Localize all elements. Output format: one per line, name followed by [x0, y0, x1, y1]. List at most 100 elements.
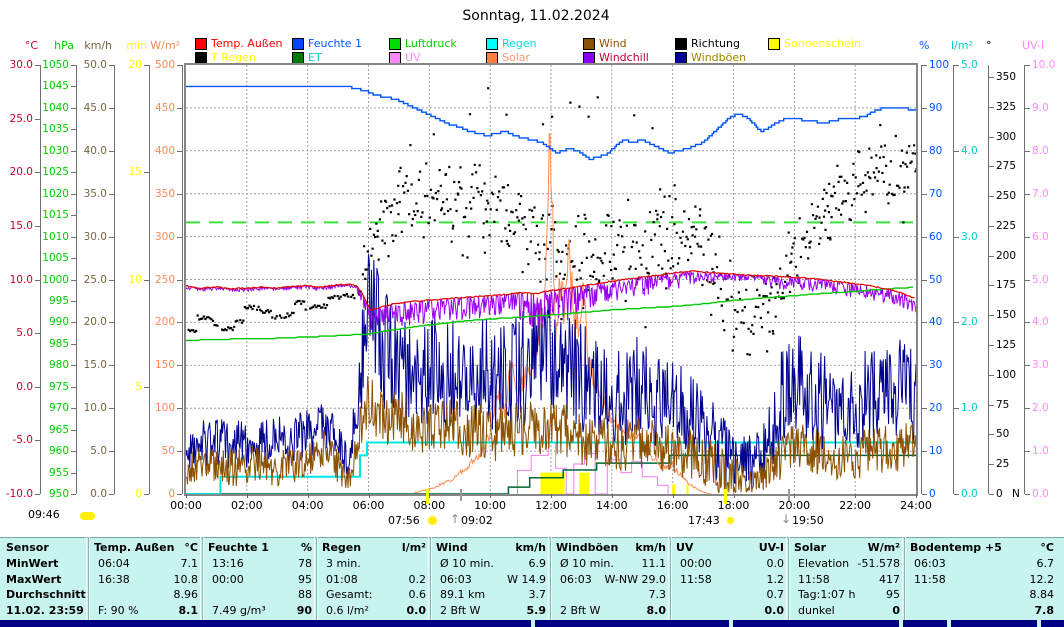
x-tick	[673, 494, 674, 498]
axis-tick-label: 90	[929, 103, 942, 113]
axis-tick-label: 5.0	[67, 446, 107, 456]
axis-tick	[109, 237, 114, 238]
axis-tick	[1025, 494, 1030, 495]
axis-tick	[71, 344, 76, 345]
axis-tick-label: 1.0	[1032, 446, 1049, 456]
axis-tick-label: 100	[996, 370, 1016, 380]
axis-tick-label: 990	[29, 317, 69, 327]
axis-tick	[71, 258, 76, 259]
axis-tick	[1025, 408, 1030, 409]
weather-app-window: Sonntag, 11.02.2024 Temp. AußenFeuchte 1…	[0, 0, 1064, 627]
axis-tick	[922, 408, 927, 409]
axis-tick-label: 0.0	[961, 489, 978, 499]
x-tick-label: 16:00	[651, 499, 695, 512]
axis-tick-label: 100	[929, 60, 949, 70]
axis-tick-label: 8.0	[1032, 146, 1049, 156]
axis-tick	[922, 65, 927, 66]
axis-tick	[1025, 322, 1030, 323]
x-tick-label: 04:00	[286, 499, 330, 512]
sunset-axis-tick	[724, 489, 727, 504]
axis-tick-label: 5.0	[1032, 275, 1049, 285]
moonset-time: 19:50	[792, 514, 824, 527]
axis-tick-label: 20.0	[67, 317, 107, 327]
axis-tick-label: 25.0	[0, 114, 33, 124]
axis-tick	[177, 408, 182, 409]
axis-tick-label: 75	[996, 400, 1009, 410]
axis-tick-label: 0	[929, 489, 936, 499]
axis-tick	[954, 151, 959, 152]
axis-tick-label: 9.0	[1032, 103, 1049, 113]
axis-tick-label: 350	[135, 189, 175, 199]
axis-unit-label: UV-I	[1022, 39, 1044, 52]
status-strip-divider	[899, 620, 903, 627]
table-cell-value: 11.1	[556, 556, 666, 571]
moonrise-axis-tick	[460, 489, 462, 501]
axis-tick	[177, 494, 182, 495]
axis-tick	[1025, 365, 1030, 366]
axis-tick-label: 1030	[29, 146, 69, 156]
axis-tick	[109, 194, 114, 195]
table-cell-value: 417	[794, 572, 900, 587]
axis-tick-label: 2.0	[961, 317, 978, 327]
table-row-label: MinWert	[6, 556, 58, 571]
axis-tick	[177, 451, 182, 452]
axis-tick	[177, 108, 182, 109]
axis-tick-label: 80	[929, 146, 942, 156]
axis-tick-label: 200	[996, 251, 1016, 261]
axis-tick-label: 960	[29, 446, 69, 456]
axis-tick	[989, 315, 994, 316]
axis-tick-label: 955	[29, 468, 69, 478]
axis-tick	[71, 473, 76, 474]
axis-tick-label: 0.0	[1032, 489, 1049, 499]
table-cell-value: 3.7	[436, 587, 546, 602]
table-row-label: 11.02. 23:59	[6, 603, 84, 618]
table-cell-value: 1.2	[676, 572, 784, 587]
axis-tick	[954, 237, 959, 238]
x-tick	[429, 494, 430, 498]
axis-tick	[71, 215, 76, 216]
table-row-label: Sensor	[6, 540, 49, 555]
x-tick	[186, 494, 187, 498]
axis-tick	[177, 194, 182, 195]
axis-tick	[989, 137, 994, 138]
axis-tick	[922, 322, 927, 323]
legend-swatch-richtung-icon	[675, 38, 687, 50]
table-cell-text: 3 min.	[326, 556, 361, 571]
axis-tick	[922, 451, 927, 452]
table-cell-value: 0.0	[676, 556, 784, 571]
axis-tick-label: 325	[996, 102, 1016, 112]
axis-tick-label: 1010	[29, 232, 69, 242]
sunrise-time: 07:56	[388, 514, 420, 527]
axis-tick-label: 50	[135, 446, 175, 456]
table-col-unit: °C	[910, 540, 1054, 555]
moonrise-time: 09:02	[461, 514, 493, 527]
axis-tick	[922, 365, 927, 366]
axis-tick	[1025, 237, 1030, 238]
axis-tick	[922, 280, 927, 281]
axis-tick	[922, 108, 927, 109]
table-cell-value: 7.3	[556, 587, 666, 602]
x-tick	[734, 494, 735, 498]
legend-swatch-wind-icon	[583, 38, 595, 50]
table-col-unit: W/m²	[794, 540, 900, 555]
axis-tick-label: 150	[996, 310, 1016, 320]
axis-tick-label: 970	[29, 403, 69, 413]
x-tick-label: 00:00	[164, 499, 208, 512]
day-length-label: 09:46	[28, 508, 60, 521]
axis-unit-label: W/m²	[136, 39, 180, 52]
axis-tick-label: 1040	[29, 103, 69, 113]
axis-tick-label: 25.0	[67, 275, 107, 285]
status-strip-divider	[729, 620, 733, 627]
axis-unit-label: %	[919, 39, 929, 52]
axis-line-l/m²	[953, 65, 954, 494]
axis-tick-label: 250	[135, 275, 175, 285]
axis-tick	[71, 430, 76, 431]
axis-tick-label: 950	[29, 489, 69, 499]
axis-tick	[954, 494, 959, 495]
table-cell-value: 8.1	[94, 603, 198, 618]
table-cell-value: 0.2	[322, 572, 426, 587]
axis-tick	[922, 237, 927, 238]
axis-tick-label: 30	[929, 360, 942, 370]
axis-tick-label: 20	[929, 403, 942, 413]
table-cell-value: 12.2	[910, 572, 1054, 587]
